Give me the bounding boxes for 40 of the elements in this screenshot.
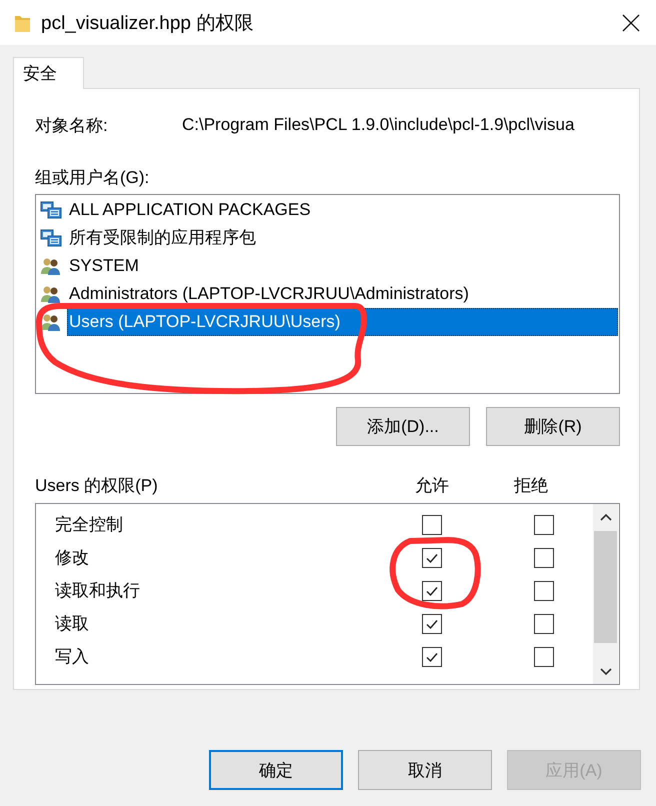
column-header: 允许 bbox=[414, 475, 450, 497]
permission-name: 读取和执行 bbox=[55, 580, 141, 602]
permissions-label: Users 的权限(P) bbox=[35, 475, 159, 497]
users-icon bbox=[40, 256, 62, 276]
deny-checkbox[interactable] bbox=[534, 548, 554, 568]
permission-name: 完全控制 bbox=[55, 514, 124, 536]
users-icon bbox=[40, 312, 62, 332]
deny-checkbox[interactable] bbox=[534, 580, 554, 600]
deny-checkbox[interactable] bbox=[534, 614, 554, 634]
group-item[interactable]: Administrators (LAPTOP-LVCRJRUU\Administrators) bbox=[67, 280, 618, 308]
scrollbar[interactable] bbox=[593, 504, 618, 684]
network-icon bbox=[40, 200, 62, 220]
remove-button[interactable]: 删除(R) bbox=[486, 407, 620, 446]
deny-checkbox[interactable] bbox=[534, 646, 554, 666]
close-icon[interactable] bbox=[620, 12, 642, 34]
allow-checkbox[interactable] bbox=[422, 548, 442, 568]
scrollbar-thumb[interactable] bbox=[594, 531, 617, 643]
permission-name: 写入 bbox=[55, 646, 90, 668]
column-header: 拒绝 bbox=[514, 475, 549, 497]
allow-checkbox[interactable] bbox=[422, 514, 442, 534]
ok-button[interactable]: 确定 bbox=[209, 750, 343, 790]
permission-name: 修改 bbox=[55, 547, 90, 569]
allow-checkbox[interactable] bbox=[422, 580, 442, 600]
allow-checkbox[interactable] bbox=[422, 614, 442, 634]
group-item[interactable]: Users (LAPTOP-LVCRJRUU\Users) bbox=[67, 308, 618, 336]
cancel-button[interactable]: 取消 bbox=[358, 750, 492, 790]
object-name-label: 对象名称: bbox=[35, 114, 109, 136]
group-item[interactable]: SYSTEM bbox=[67, 252, 618, 280]
permission-name: 读取 bbox=[55, 613, 90, 635]
users-icon bbox=[40, 284, 62, 304]
group-item[interactable]: ALL APPLICATION PACKAGES bbox=[67, 196, 618, 224]
tab[interactable]: 安全 bbox=[13, 57, 84, 89]
deny-checkbox[interactable] bbox=[534, 514, 554, 534]
group-item[interactable]: 所有受限制的应用程序包 bbox=[67, 224, 618, 252]
add-button[interactable]: 添加(D)... bbox=[336, 407, 470, 446]
object-path: C:\Program Files\PCL 1.9.0\include\pcl-1.9\pcl\visua bbox=[182, 115, 574, 135]
window-title: pcl_visualizer.hpp 的权限 bbox=[41, 12, 254, 36]
groups-label: 组或用户名(G): bbox=[35, 168, 150, 188]
network-icon bbox=[40, 228, 62, 248]
allow-checkbox[interactable] bbox=[422, 646, 442, 666]
